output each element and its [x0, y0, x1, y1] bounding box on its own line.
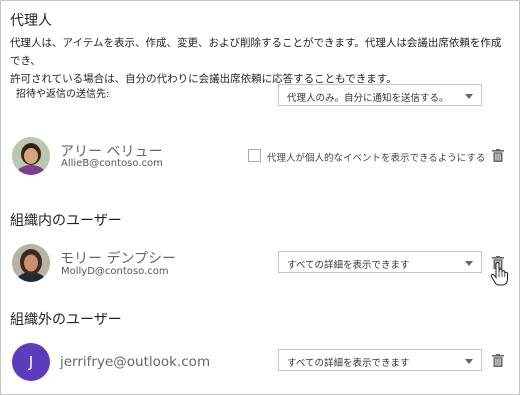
- delegate-section-title: 代理人: [10, 13, 52, 29]
- internal-users-title: 組織内のユーザー: [10, 213, 122, 229]
- hand-pointer-icon: [490, 262, 508, 286]
- send-to-dropdown[interactable]: 代理人のみ。自分に通知を送信する。: [278, 84, 482, 106]
- molly-email: MollyD@contoso.com: [61, 266, 169, 277]
- molly-permission-selected: すべての詳細を表示できます: [287, 260, 410, 271]
- chevron-down-icon: [465, 359, 473, 364]
- send-to-selected: 代理人のみ。自分に通知を送信する。: [287, 93, 449, 104]
- private-events-checkbox[interactable]: [248, 149, 261, 162]
- delegate-description: 代理人は、アイテムを表示、作成、変更、および削除することができます。代理人は会議…: [10, 34, 510, 88]
- delegate-description-line1: 代理人は、アイテムを表示、作成、変更、および削除することができます。代理人は会議…: [10, 37, 502, 67]
- molly-name: モリー デンプシー: [60, 251, 177, 267]
- jerri-permission-dropdown[interactable]: すべての詳細を表示できます: [278, 349, 482, 371]
- avatar-molly: [12, 244, 50, 282]
- trash-icon[interactable]: [492, 149, 504, 162]
- avatar-initial: J: [28, 353, 34, 371]
- jerri-permission-selected: すべての詳細を表示できます: [287, 358, 410, 369]
- jerri-email: jerrifrye@outlook.com: [60, 354, 211, 370]
- private-events-label: 代理人が個人的なイベントを表示できるようにする: [267, 153, 486, 164]
- allie-email: AllieB@contoso.com: [61, 158, 163, 169]
- chevron-down-icon: [465, 261, 473, 266]
- trash-icon[interactable]: [492, 354, 504, 367]
- send-to-label: 招待や返信の送信先:: [16, 89, 110, 100]
- external-users-title: 組織外のユーザー: [10, 312, 122, 328]
- chevron-down-icon: [465, 94, 473, 99]
- molly-permission-dropdown[interactable]: すべての詳細を表示できます: [278, 251, 482, 273]
- avatar-allie: [12, 137, 50, 175]
- avatar-jerri: J: [12, 343, 50, 381]
